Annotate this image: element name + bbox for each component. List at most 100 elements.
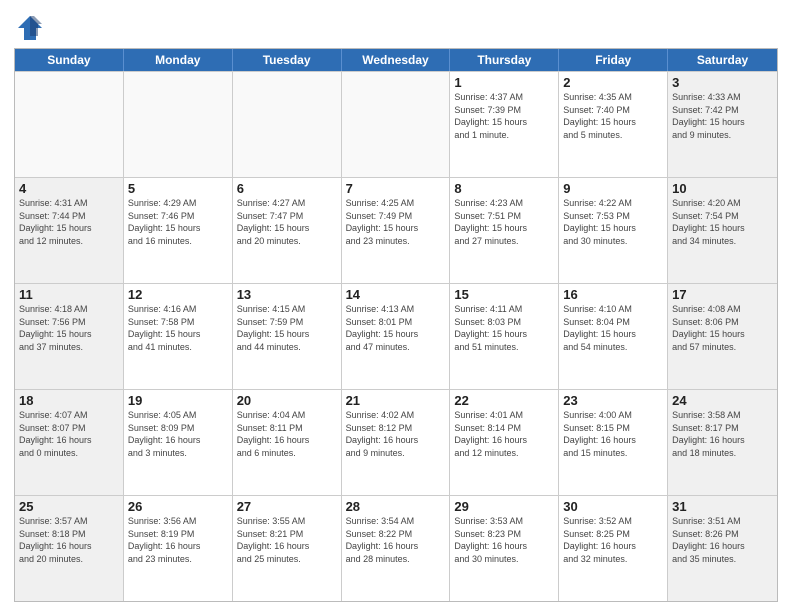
day-cell-3: 3Sunrise: 4:33 AM Sunset: 7:42 PM Daylig… xyxy=(668,72,777,177)
day-number: 24 xyxy=(672,393,773,408)
day-number: 6 xyxy=(237,181,337,196)
day-info: Sunrise: 4:13 AM Sunset: 8:01 PM Dayligh… xyxy=(346,303,446,353)
calendar: SundayMondayTuesdayWednesdayThursdayFrid… xyxy=(14,48,778,602)
weekday-header-sunday: Sunday xyxy=(15,49,124,71)
empty-cell xyxy=(124,72,233,177)
day-cell-12: 12Sunrise: 4:16 AM Sunset: 7:58 PM Dayli… xyxy=(124,284,233,389)
day-info: Sunrise: 4:22 AM Sunset: 7:53 PM Dayligh… xyxy=(563,197,663,247)
day-cell-26: 26Sunrise: 3:56 AM Sunset: 8:19 PM Dayli… xyxy=(124,496,233,601)
day-cell-6: 6Sunrise: 4:27 AM Sunset: 7:47 PM Daylig… xyxy=(233,178,342,283)
day-info: Sunrise: 4:02 AM Sunset: 8:12 PM Dayligh… xyxy=(346,409,446,459)
weekday-header-saturday: Saturday xyxy=(668,49,777,71)
day-number: 19 xyxy=(128,393,228,408)
empty-cell xyxy=(15,72,124,177)
day-cell-8: 8Sunrise: 4:23 AM Sunset: 7:51 PM Daylig… xyxy=(450,178,559,283)
day-cell-11: 11Sunrise: 4:18 AM Sunset: 7:56 PM Dayli… xyxy=(15,284,124,389)
day-number: 15 xyxy=(454,287,554,302)
day-number: 30 xyxy=(563,499,663,514)
day-number: 7 xyxy=(346,181,446,196)
day-number: 12 xyxy=(128,287,228,302)
day-number: 13 xyxy=(237,287,337,302)
day-info: Sunrise: 4:20 AM Sunset: 7:54 PM Dayligh… xyxy=(672,197,773,247)
day-info: Sunrise: 4:37 AM Sunset: 7:39 PM Dayligh… xyxy=(454,91,554,141)
day-cell-9: 9Sunrise: 4:22 AM Sunset: 7:53 PM Daylig… xyxy=(559,178,668,283)
day-number: 28 xyxy=(346,499,446,514)
day-number: 31 xyxy=(672,499,773,514)
calendar-row-5: 25Sunrise: 3:57 AM Sunset: 8:18 PM Dayli… xyxy=(15,495,777,601)
day-info: Sunrise: 4:07 AM Sunset: 8:07 PM Dayligh… xyxy=(19,409,119,459)
day-info: Sunrise: 4:05 AM Sunset: 8:09 PM Dayligh… xyxy=(128,409,228,459)
calendar-body: 1Sunrise: 4:37 AM Sunset: 7:39 PM Daylig… xyxy=(15,71,777,601)
day-number: 18 xyxy=(19,393,119,408)
day-info: Sunrise: 3:52 AM Sunset: 8:25 PM Dayligh… xyxy=(563,515,663,565)
weekday-header-tuesday: Tuesday xyxy=(233,49,342,71)
day-info: Sunrise: 4:08 AM Sunset: 8:06 PM Dayligh… xyxy=(672,303,773,353)
logo xyxy=(14,14,44,42)
day-cell-14: 14Sunrise: 4:13 AM Sunset: 8:01 PM Dayli… xyxy=(342,284,451,389)
day-cell-4: 4Sunrise: 4:31 AM Sunset: 7:44 PM Daylig… xyxy=(15,178,124,283)
day-cell-25: 25Sunrise: 3:57 AM Sunset: 8:18 PM Dayli… xyxy=(15,496,124,601)
calendar-row-2: 4Sunrise: 4:31 AM Sunset: 7:44 PM Daylig… xyxy=(15,177,777,283)
day-number: 21 xyxy=(346,393,446,408)
empty-cell xyxy=(233,72,342,177)
day-number: 4 xyxy=(19,181,119,196)
day-number: 26 xyxy=(128,499,228,514)
day-info: Sunrise: 4:25 AM Sunset: 7:49 PM Dayligh… xyxy=(346,197,446,247)
day-number: 27 xyxy=(237,499,337,514)
day-number: 10 xyxy=(672,181,773,196)
day-cell-18: 18Sunrise: 4:07 AM Sunset: 8:07 PM Dayli… xyxy=(15,390,124,495)
day-number: 25 xyxy=(19,499,119,514)
logo-icon xyxy=(16,14,44,42)
day-cell-16: 16Sunrise: 4:10 AM Sunset: 8:04 PM Dayli… xyxy=(559,284,668,389)
day-info: Sunrise: 4:16 AM Sunset: 7:58 PM Dayligh… xyxy=(128,303,228,353)
empty-cell xyxy=(342,72,451,177)
day-info: Sunrise: 4:33 AM Sunset: 7:42 PM Dayligh… xyxy=(672,91,773,141)
calendar-row-3: 11Sunrise: 4:18 AM Sunset: 7:56 PM Dayli… xyxy=(15,283,777,389)
day-number: 2 xyxy=(563,75,663,90)
day-info: Sunrise: 4:18 AM Sunset: 7:56 PM Dayligh… xyxy=(19,303,119,353)
day-cell-29: 29Sunrise: 3:53 AM Sunset: 8:23 PM Dayli… xyxy=(450,496,559,601)
day-info: Sunrise: 4:27 AM Sunset: 7:47 PM Dayligh… xyxy=(237,197,337,247)
day-info: Sunrise: 4:00 AM Sunset: 8:15 PM Dayligh… xyxy=(563,409,663,459)
day-number: 16 xyxy=(563,287,663,302)
day-cell-10: 10Sunrise: 4:20 AM Sunset: 7:54 PM Dayli… xyxy=(668,178,777,283)
day-info: Sunrise: 4:15 AM Sunset: 7:59 PM Dayligh… xyxy=(237,303,337,353)
day-info: Sunrise: 4:01 AM Sunset: 8:14 PM Dayligh… xyxy=(454,409,554,459)
day-info: Sunrise: 4:10 AM Sunset: 8:04 PM Dayligh… xyxy=(563,303,663,353)
day-cell-24: 24Sunrise: 3:58 AM Sunset: 8:17 PM Dayli… xyxy=(668,390,777,495)
day-info: Sunrise: 3:56 AM Sunset: 8:19 PM Dayligh… xyxy=(128,515,228,565)
day-number: 3 xyxy=(672,75,773,90)
day-info: Sunrise: 3:51 AM Sunset: 8:26 PM Dayligh… xyxy=(672,515,773,565)
day-info: Sunrise: 4:04 AM Sunset: 8:11 PM Dayligh… xyxy=(237,409,337,459)
calendar-row-4: 18Sunrise: 4:07 AM Sunset: 8:07 PM Dayli… xyxy=(15,389,777,495)
day-cell-30: 30Sunrise: 3:52 AM Sunset: 8:25 PM Dayli… xyxy=(559,496,668,601)
day-info: Sunrise: 4:23 AM Sunset: 7:51 PM Dayligh… xyxy=(454,197,554,247)
page: SundayMondayTuesdayWednesdayThursdayFrid… xyxy=(0,0,792,612)
day-number: 29 xyxy=(454,499,554,514)
day-info: Sunrise: 4:11 AM Sunset: 8:03 PM Dayligh… xyxy=(454,303,554,353)
day-number: 14 xyxy=(346,287,446,302)
day-number: 20 xyxy=(237,393,337,408)
day-cell-2: 2Sunrise: 4:35 AM Sunset: 7:40 PM Daylig… xyxy=(559,72,668,177)
day-cell-23: 23Sunrise: 4:00 AM Sunset: 8:15 PM Dayli… xyxy=(559,390,668,495)
day-number: 5 xyxy=(128,181,228,196)
day-number: 17 xyxy=(672,287,773,302)
day-info: Sunrise: 4:35 AM Sunset: 7:40 PM Dayligh… xyxy=(563,91,663,141)
day-info: Sunrise: 3:53 AM Sunset: 8:23 PM Dayligh… xyxy=(454,515,554,565)
day-cell-19: 19Sunrise: 4:05 AM Sunset: 8:09 PM Dayli… xyxy=(124,390,233,495)
day-number: 9 xyxy=(563,181,663,196)
day-number: 22 xyxy=(454,393,554,408)
calendar-row-1: 1Sunrise: 4:37 AM Sunset: 7:39 PM Daylig… xyxy=(15,71,777,177)
day-cell-15: 15Sunrise: 4:11 AM Sunset: 8:03 PM Dayli… xyxy=(450,284,559,389)
day-number: 11 xyxy=(19,287,119,302)
day-cell-21: 21Sunrise: 4:02 AM Sunset: 8:12 PM Dayli… xyxy=(342,390,451,495)
day-info: Sunrise: 3:57 AM Sunset: 8:18 PM Dayligh… xyxy=(19,515,119,565)
day-number: 8 xyxy=(454,181,554,196)
day-info: Sunrise: 4:29 AM Sunset: 7:46 PM Dayligh… xyxy=(128,197,228,247)
day-number: 23 xyxy=(563,393,663,408)
day-cell-17: 17Sunrise: 4:08 AM Sunset: 8:06 PM Dayli… xyxy=(668,284,777,389)
header xyxy=(14,10,778,42)
day-number: 1 xyxy=(454,75,554,90)
day-cell-13: 13Sunrise: 4:15 AM Sunset: 7:59 PM Dayli… xyxy=(233,284,342,389)
day-info: Sunrise: 3:54 AM Sunset: 8:22 PM Dayligh… xyxy=(346,515,446,565)
